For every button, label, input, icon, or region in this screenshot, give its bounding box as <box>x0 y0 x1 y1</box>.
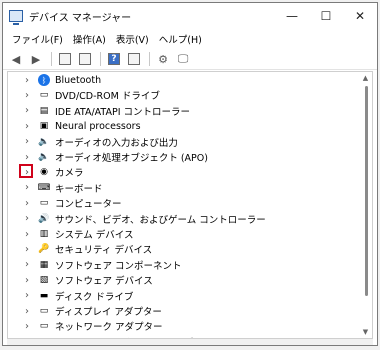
dvd-drive-icon: ▭ <box>39 90 49 101</box>
tree-item-label: オーディオ処理オブジェクト (APO) <box>55 153 208 164</box>
device-tree[interactable]: ▲ ▼ › ᛒ Bluetooth › ▭ DVD/CD-ROM ドライブ › ▤ IDE AT… <box>7 71 373 339</box>
tree-item-label: オーディオの入力および出力 <box>55 137 178 149</box>
chevron-right-icon[interactable]: › <box>22 229 32 240</box>
tree-item-label: システム デバイス <box>55 230 134 241</box>
tree-item-processor[interactable]: › ▣ Neural processors <box>8 119 358 133</box>
tree-item-label: ネットワーク アダプター <box>55 322 163 334</box>
back-arrow-icon[interactable]: ◀ <box>7 51 25 67</box>
vertical-scrollbar[interactable]: ▲ ▼ <box>359 72 372 338</box>
tree-item-label: カメラ <box>55 168 84 180</box>
speaker-icon: 🔈 <box>38 136 50 147</box>
computer-icon: ▭ <box>39 198 49 209</box>
keyboard-icon: ⌨ <box>37 182 51 193</box>
maximize-button[interactable]: ☐ <box>309 3 343 29</box>
toolbar-separator <box>51 52 52 66</box>
close-button[interactable]: ✕ <box>343 3 377 29</box>
menu-view[interactable]: 表示(V) <box>111 32 154 46</box>
display-adapter-icon: ▭ <box>39 306 49 316</box>
tree-item-keyboard[interactable]: › ⌨ キーボード <box>8 181 358 195</box>
tree-item-system-device[interactable]: › ▥ システム デバイス <box>8 227 358 242</box>
tree-item-computer[interactable]: › ▭ コンピューター <box>8 196 358 211</box>
chevron-right-icon[interactable]: › <box>22 136 32 147</box>
camera-icon: ◉ <box>40 167 48 178</box>
processor-icon: ▣ <box>39 121 49 132</box>
tree-item-label: IDE ATA/ATAPI コントローラー <box>55 106 191 118</box>
tree-item-label: セキュリティ デバイス <box>55 245 153 257</box>
toolbar-separator <box>100 52 101 66</box>
scan-hardware-icon[interactable]: ⚙ <box>154 51 172 67</box>
tree-item-network-adapter[interactable]: › ▭ ネットワーク アダプター <box>8 319 358 334</box>
chevron-right-icon[interactable]: › <box>22 75 32 86</box>
action-pane-icon[interactable] <box>125 51 143 67</box>
toolbar: ◀ ▶ ? ⚙ 🖵 <box>3 49 377 70</box>
tree-item-label: サウンド、ビデオ、およびゲーム コントローラー <box>55 214 266 226</box>
status-bar <box>7 339 373 345</box>
tree-item-ide-controller[interactable]: › ▤ IDE ATA/ATAPI コントローラー <box>8 104 358 118</box>
security-key-icon: 🔑 <box>38 244 50 255</box>
minimize-button[interactable]: — <box>275 3 309 29</box>
tree-item-label: キーボード <box>55 183 103 195</box>
toolbar-separator <box>149 52 150 66</box>
help-icon[interactable]: ? <box>105 51 123 67</box>
chevron-right-icon[interactable]: › <box>22 244 32 255</box>
title-bar: デバイス マネージャー — ☐ ✕ <box>3 3 377 29</box>
bluetooth-icon: ᛒ <box>38 74 50 86</box>
chevron-right-icon[interactable]: › <box>22 152 32 163</box>
tree-item-label: Neural processors <box>55 120 141 132</box>
tree-item-bluetooth[interactable]: › ᛒ Bluetooth <box>8 73 358 87</box>
monitor-icon[interactable]: 🖵 <box>174 51 192 67</box>
properties-icon[interactable] <box>76 51 94 67</box>
tree-item-speaker[interactable]: › 🔈 オーディオの入力および出力 <box>8 135 358 149</box>
window-title: デバイス マネージャー <box>29 12 132 24</box>
scroll-thumb[interactable] <box>365 86 368 296</box>
show-hide-console-tree-icon[interactable] <box>56 51 74 67</box>
device-manager-window: デバイス マネージャー — ☐ ✕ ファイル(F) 操作(A) 表示(V) ヘル… <box>2 2 378 346</box>
device-manager-icon <box>9 10 23 25</box>
tree-item-label: ディスク ドライブ <box>55 291 134 303</box>
tree-item-label: ディスプレイ アダプター <box>55 307 162 318</box>
chevron-right-icon[interactable]: › <box>22 259 32 270</box>
scroll-down-icon[interactable]: ▼ <box>361 328 370 336</box>
tree-item-disk-drive[interactable]: › ▬ ディスク ドライブ <box>8 289 358 303</box>
network-adapter-icon: ▭ <box>39 321 49 332</box>
highlight-box <box>19 164 33 179</box>
chevron-right-icon[interactable]: › <box>22 306 32 317</box>
speaker-icon: 🔈 <box>38 152 50 162</box>
tree-item-speaker[interactable]: › 🔈 オーディオ処理オブジェクト (APO) <box>8 150 358 165</box>
chevron-right-icon[interactable]: › <box>22 105 32 116</box>
menu-help[interactable]: ヘルプ(H) <box>154 32 207 46</box>
tree-item-software-component[interactable]: › ▦ ソフトウェア コンポーネント <box>8 258 358 272</box>
forward-arrow-icon[interactable]: ▶ <box>27 51 45 67</box>
tree-item-label: ソフトウェア コンポーネント <box>55 260 182 272</box>
chevron-right-icon[interactable]: › <box>22 321 32 332</box>
tree-item-dvd-drive[interactable]: › ▭ DVD/CD-ROM ドライブ <box>8 88 358 103</box>
menu-bar: ファイル(F) 操作(A) 表示(V) ヘルプ(H) <box>3 29 377 49</box>
menu-action[interactable]: 操作(A) <box>68 32 111 46</box>
tree-item-security-key[interactable]: › 🔑 セキュリティ デバイス <box>8 242 358 257</box>
software-component-icon: ▦ <box>39 259 49 270</box>
tree-item-sound[interactable]: › 🔊 サウンド、ビデオ、およびゲーム コントローラー <box>8 212 358 226</box>
ide-controller-icon: ▤ <box>39 105 49 116</box>
chevron-right-icon[interactable]: › <box>22 182 32 193</box>
chevron-right-icon[interactable]: › <box>22 198 32 209</box>
tree-item-display-adapter[interactable]: › ▭ ディスプレイ アダプター <box>8 304 358 319</box>
scroll-up-icon[interactable]: ▲ <box>361 74 370 82</box>
disk-drive-icon: ▬ <box>39 290 49 301</box>
tree-item-label: DVD/CD-ROM ドライブ <box>55 91 160 103</box>
chevron-right-icon[interactable]: › <box>22 275 32 286</box>
tree-item-label: Bluetooth <box>55 74 102 86</box>
chevron-right-icon[interactable]: › <box>22 121 32 132</box>
tree-item-software-device[interactable]: › ▧ ソフトウェア デバイス <box>8 273 358 288</box>
software-device-icon: ▧ <box>39 275 49 286</box>
system-device-icon: ▥ <box>39 229 49 239</box>
sound-icon: 🔊 <box>38 213 50 224</box>
tree-item-camera[interactable]: › ◉ カメラ <box>8 164 358 180</box>
menu-file[interactable]: ファイル(F) <box>7 32 68 46</box>
chevron-right-icon[interactable]: › <box>22 290 32 301</box>
chevron-right-icon[interactable]: › <box>22 90 32 101</box>
tree-item-label: コンピューター <box>55 199 122 211</box>
chevron-right-icon[interactable]: › <box>22 213 32 224</box>
tree-item-label: ソフトウェア デバイス <box>55 276 153 288</box>
